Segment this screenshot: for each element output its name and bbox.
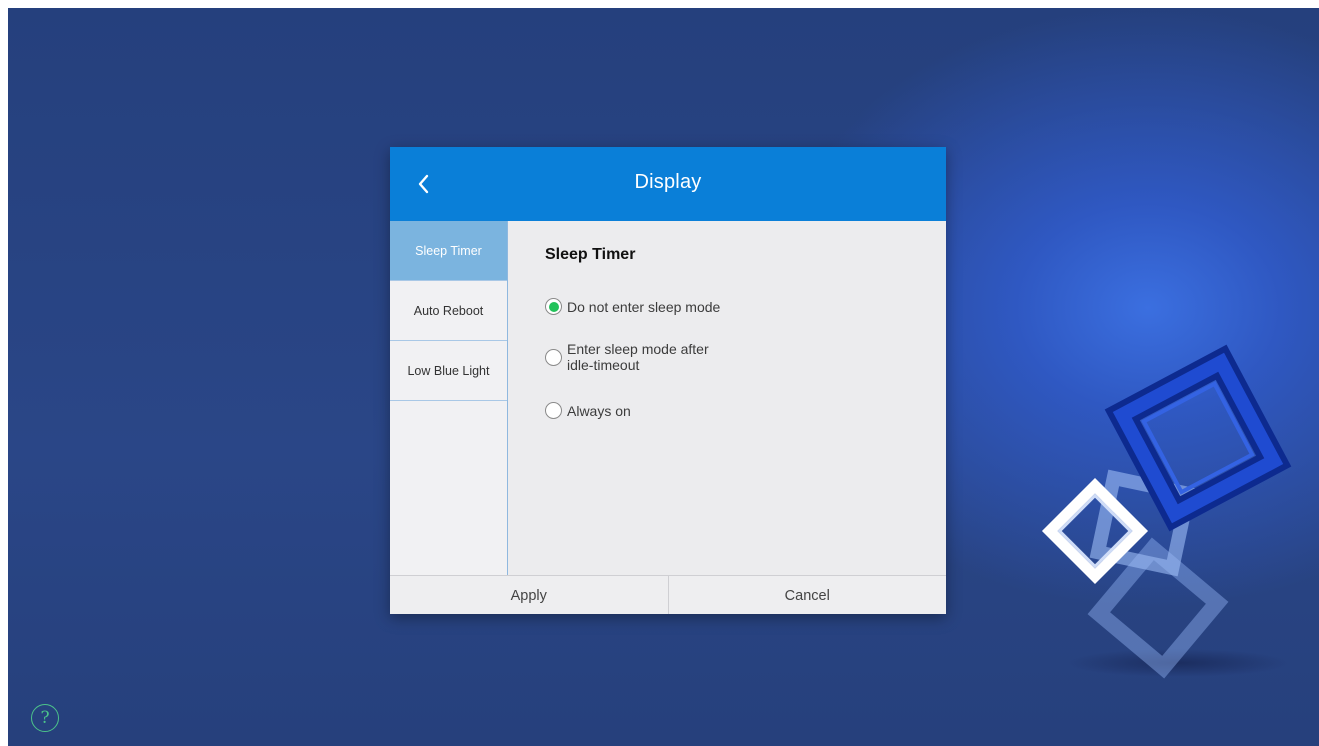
option-do-not-sleep[interactable]: Do not enter sleep mode [545,298,767,315]
settings-content-panel: Sleep Timer Do not enter sleep mode Ente… [508,221,946,575]
help-icon[interactable]: ? [31,704,59,732]
dialog-header: Display [390,147,946,221]
sidebar-item-sleep-timer[interactable]: Sleep Timer [390,221,507,281]
settings-sidebar: Sleep Timer Auto Reboot Low Blue Light [390,221,508,575]
section-title: Sleep Timer [545,246,636,263]
sidebar-item-low-blue-light[interactable]: Low Blue Light [390,341,507,401]
sidebar-item-auto-reboot[interactable]: Auto Reboot [390,281,507,341]
option-always-on[interactable]: Always on [545,402,767,419]
option-label: Enter sleep mode after idle-timeout [567,341,709,373]
dialog-footer: Apply Cancel [390,575,946,614]
radio-unselected-icon[interactable] [545,348,562,366]
option-sleep-after-idle[interactable]: Enter sleep mode after idle-timeout [545,341,737,373]
radio-unselected-icon[interactable] [545,402,562,419]
display-settings-dialog: Display Sleep Timer Auto Reboot Low Blue… [390,147,946,614]
radio-selected-icon[interactable] [545,298,562,315]
dialog-title: Display [634,171,702,193]
option-label: Do not enter sleep mode [567,298,721,315]
apply-button[interactable]: Apply [390,576,668,614]
cancel-button[interactable]: Cancel [667,576,947,614]
option-label: Always on [567,402,631,419]
desktop-background: Display Sleep Timer Auto Reboot Low Blue… [8,8,1319,746]
decorative-cubes-graphic [1041,344,1292,679]
